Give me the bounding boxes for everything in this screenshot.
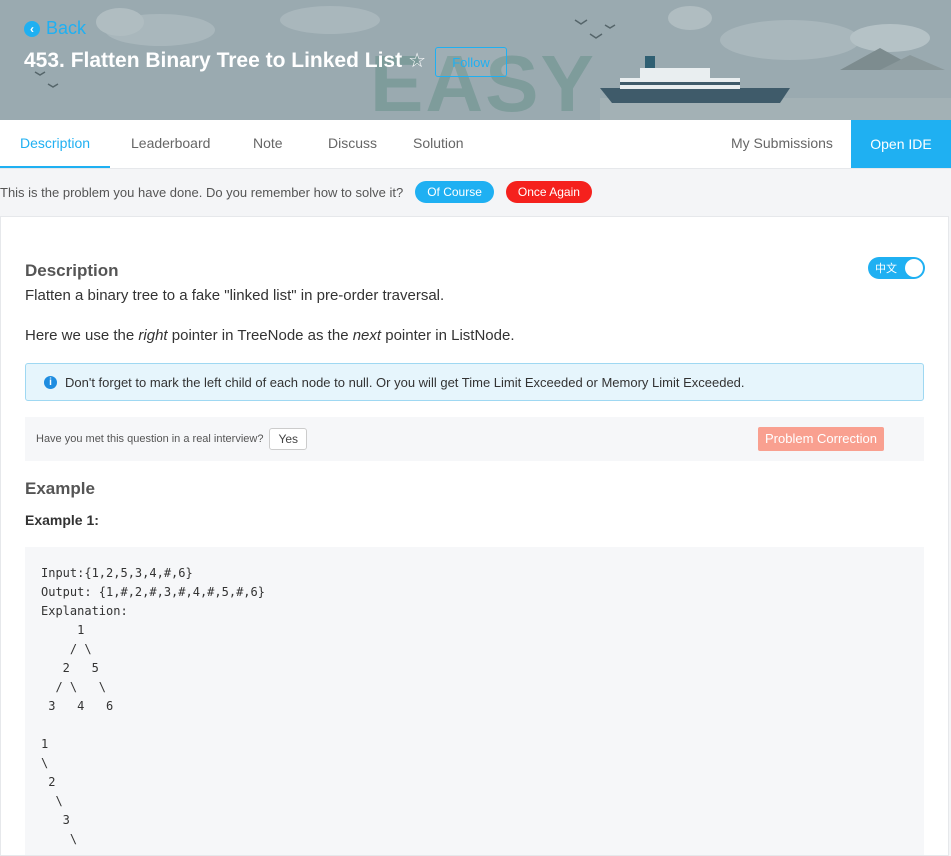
tab-bar: Description Leaderboard Note Discuss Sol…: [0, 120, 951, 169]
toggle-knob: [905, 259, 923, 277]
example-code-block: Input:{1,2,5,3,4,#,6} Output: {1,#,2,#,3…: [25, 547, 924, 855]
tab-leaderboard[interactable]: Leaderboard: [131, 120, 210, 168]
open-ide-button[interactable]: Open IDE: [851, 120, 951, 168]
back-label: Back: [46, 18, 87, 38]
yes-button[interactable]: Yes: [269, 428, 308, 450]
description-paragraph-2: Here we use the right pointer in TreeNod…: [25, 327, 515, 344]
description-heading: Description: [25, 261, 119, 280]
info-notice: i Don't forget to mark the left child of…: [25, 363, 924, 401]
description-paragraph-1: Flatten a binary tree to a fake "linked …: [25, 287, 445, 304]
example-1-heading: Example 1:: [25, 512, 99, 528]
interview-bar: Have you met this question in a real int…: [25, 417, 924, 461]
notice-text: Don't forget to mark the left child of e…: [65, 374, 745, 390]
interview-question: Have you met this question in a real int…: [36, 433, 264, 445]
page-title: 453. Flatten Binary Tree to Linked List …: [24, 48, 426, 73]
back-button[interactable]: ‹ Back: [24, 18, 86, 39]
once-again-button[interactable]: Once Again: [505, 181, 592, 203]
my-submissions-link[interactable]: My Submissions: [731, 120, 833, 168]
done-reminder-bar: This is the problem you have done. Do yo…: [0, 178, 592, 206]
problem-correction-button[interactable]: Problem Correction: [758, 427, 884, 451]
follow-button[interactable]: Follow: [435, 47, 507, 77]
language-toggle-label: 中文: [875, 263, 897, 275]
chevron-left-icon: ‹: [24, 20, 40, 37]
tab-description[interactable]: Description: [0, 120, 111, 168]
tab-solution[interactable]: Solution: [413, 120, 464, 168]
of-course-button[interactable]: Of Course: [415, 181, 494, 203]
tab-note[interactable]: Note: [253, 120, 283, 168]
tab-discuss[interactable]: Discuss: [328, 120, 377, 168]
example-heading: Example: [25, 479, 95, 498]
language-toggle[interactable]: 中文: [868, 257, 925, 279]
done-reminder-text: This is the problem you have done. Do yo…: [0, 184, 404, 200]
info-icon: i: [44, 375, 57, 389]
star-icon[interactable]: ☆: [408, 48, 426, 73]
problem-card: Description 中文 Flatten a binary tree to …: [0, 216, 949, 856]
problem-title: 453. Flatten Binary Tree to Linked List: [24, 48, 403, 72]
header-banner: EASY ‹ Back 453. Flatten Binary Tree to …: [0, 0, 951, 120]
